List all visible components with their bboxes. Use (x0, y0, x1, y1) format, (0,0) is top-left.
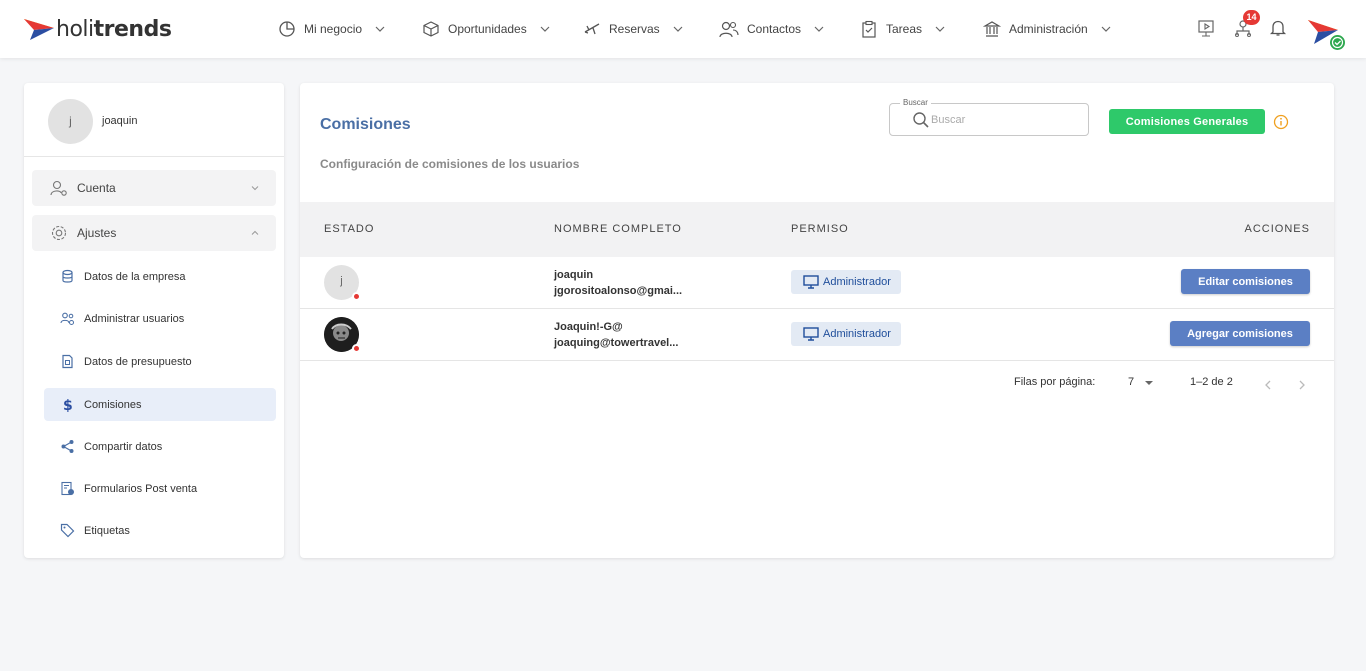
chevron-down-icon (814, 26, 824, 32)
sidebar-item-datos-empresa[interactable]: Datos de la empresa (44, 260, 276, 293)
column-header-nombre: NOMBRE COMPLETO (554, 223, 682, 235)
nav-oportunidades[interactable]: Oportunidades (422, 0, 551, 58)
search-input[interactable] (931, 112, 1081, 128)
sidebar-group-ajustes[interactable]: Ajustes (32, 215, 276, 251)
sidebar-item-compartir-datos[interactable]: Compartir datos (44, 430, 276, 463)
sidebar-item-datos-presupuesto[interactable]: Datos de presupuesto (44, 345, 276, 378)
pie-chart-icon (279, 21, 295, 37)
monitor-icon (803, 327, 819, 341)
nav-administracion[interactable]: Administración (983, 0, 1112, 58)
caret-down-icon (1145, 381, 1153, 385)
user-name: Joaquin!-G@ (554, 321, 623, 333)
nav-tareas[interactable]: Tareas (860, 0, 946, 58)
sidebar-item-formularios-post-venta[interactable]: Formularios Post venta (44, 472, 276, 505)
notification-count-badge: 14 (1243, 10, 1260, 25)
online-check-icon (1328, 33, 1347, 52)
manage-users-icon (60, 312, 74, 325)
nav-contactos[interactable]: Contactos (719, 0, 825, 58)
logo-arrow-icon (24, 19, 54, 40)
settings-sidebar: j joaquin Cuenta Ajustes Datos de la emp… (24, 83, 284, 558)
chevron-down-icon (540, 26, 550, 32)
tag-icon (60, 523, 75, 538)
prev-page-icon[interactable] (1263, 380, 1273, 390)
search-label: Buscar (900, 98, 931, 107)
column-header-permiso: PERMISO (791, 223, 849, 235)
editar-comisiones-button[interactable]: Editar comisiones (1181, 269, 1310, 294)
user-email: joaquing@towertravel... (554, 337, 679, 349)
comisiones-panel: Comisiones Configuración de comisiones d… (300, 83, 1334, 558)
status-dot (352, 292, 361, 301)
sidebar-username: joaquin (102, 115, 138, 127)
chevron-up-icon (251, 230, 259, 235)
svg-text:$: $ (63, 398, 73, 412)
permission-badge: Administrador (791, 270, 901, 294)
top-navbar: holitrends Mi negocio Oportunidades Rese… (0, 0, 1366, 58)
share-icon (61, 440, 74, 453)
sidebar-item-etiquetas[interactable]: Etiquetas (44, 514, 276, 547)
sidebar-item-administrar-usuarios[interactable]: Administrar usuarios (44, 302, 276, 335)
column-header-acciones: ACCIONES (1244, 223, 1310, 235)
chevron-down-icon (1101, 26, 1111, 32)
agregar-comisiones-button[interactable]: Agregar comisiones (1170, 321, 1310, 346)
column-header-estado: ESTADO (324, 223, 375, 235)
chevron-down-icon (251, 186, 259, 191)
pagination-range: 1–2 de 2 (1190, 376, 1233, 388)
logo-text: holitrends (56, 16, 172, 42)
page-subtitle: Configuración de comisiones de los usuar… (320, 157, 580, 171)
user-email: jgorositoalonso@gmai... (554, 285, 683, 297)
search-icon (913, 112, 929, 128)
rows-per-page-select[interactable]: 7 (1126, 374, 1156, 392)
rows-per-page-label: Filas por página: (1014, 376, 1096, 388)
document-icon (62, 354, 73, 369)
form-icon (61, 481, 74, 496)
table-row: Joaquin!-G@ joaquing@towertravel... Admi… (300, 309, 1334, 361)
bell-icon[interactable] (1268, 18, 1288, 38)
holitrends-logo[interactable]: holitrends (24, 14, 172, 44)
gear-icon (51, 225, 67, 241)
divider (24, 156, 284, 157)
avatar: j (48, 99, 93, 144)
table-header: ESTADO NOMBRE COMPLETO PERMISO ACCIONES (300, 202, 1334, 257)
sidebar-group-cuenta[interactable]: Cuenta (32, 170, 276, 206)
box-icon (423, 21, 439, 37)
nav-mi-negocio[interactable]: Mi negocio (278, 0, 386, 58)
database-icon (62, 269, 73, 283)
chevron-down-icon (673, 26, 683, 32)
table-row: j joaquin jgorositoalonso@gmai... Admini… (300, 257, 1334, 309)
status-dot (352, 344, 361, 353)
clipboard-icon (862, 20, 876, 38)
monitor-icon (803, 275, 819, 289)
presentation-icon[interactable] (1197, 18, 1217, 38)
user-name: joaquin (554, 269, 594, 281)
chevron-down-icon (375, 26, 385, 32)
page-title: Comisiones (320, 116, 411, 133)
dollar-icon: $ (63, 398, 73, 412)
comisiones-generales-button[interactable]: Comisiones Generales (1109, 109, 1265, 134)
chevron-down-icon (935, 26, 945, 32)
bank-icon (983, 21, 1001, 37)
plane-icon (584, 23, 600, 35)
next-page-icon[interactable] (1297, 380, 1307, 390)
nav-reservas[interactable]: Reservas (583, 0, 684, 58)
permission-badge: Administrador (791, 322, 901, 346)
sidebar-item-comisiones[interactable]: $ Comisiones (44, 388, 276, 421)
search-field[interactable]: Buscar (889, 98, 1089, 136)
info-icon[interactable] (1273, 114, 1289, 130)
user-settings-icon (50, 180, 67, 196)
users-icon (719, 21, 739, 38)
